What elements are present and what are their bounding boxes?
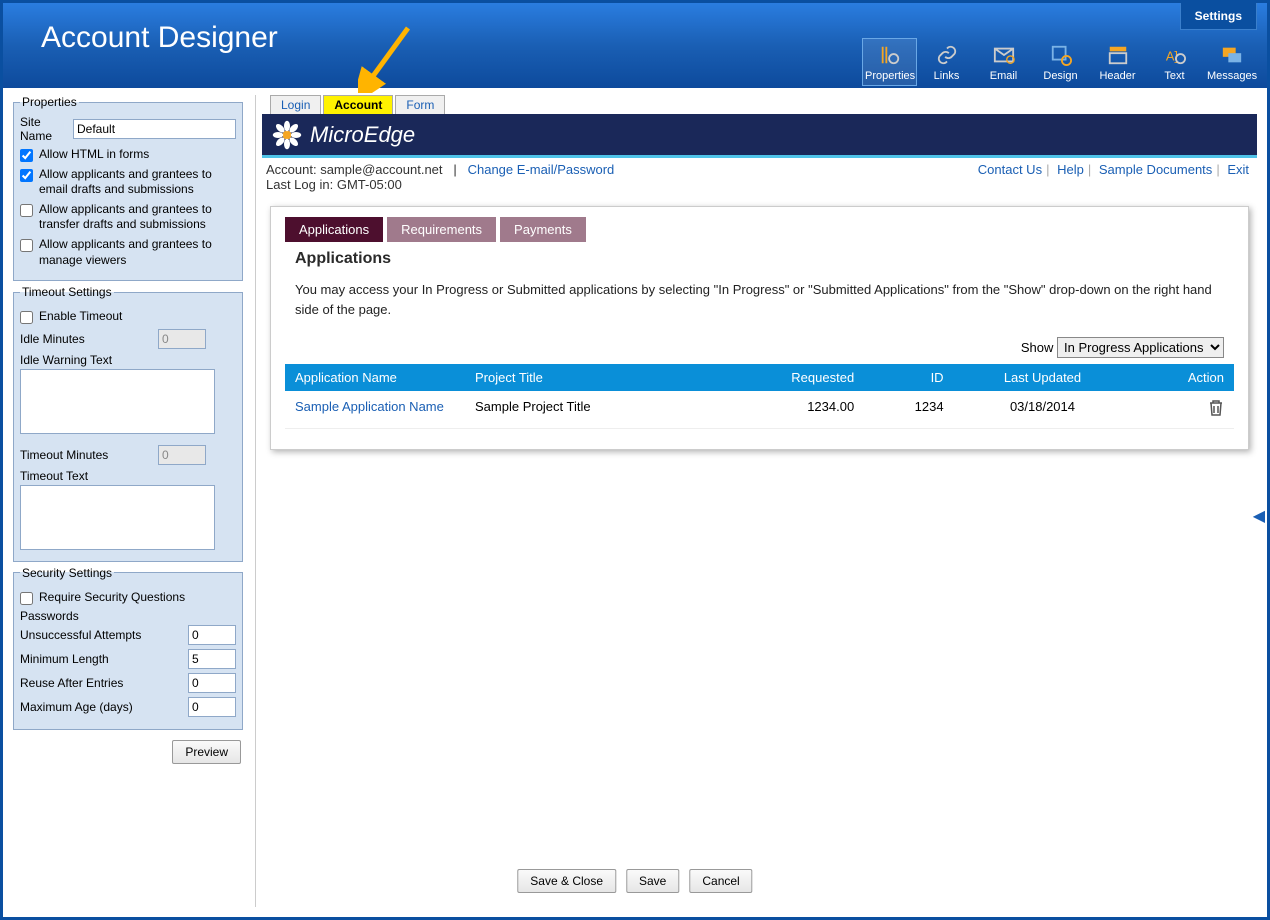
col-app-name: Application Name xyxy=(285,364,465,391)
link-icon xyxy=(922,42,971,68)
sidebar: Properties Site Name Allow HTML in forms… xyxy=(13,95,243,907)
security-legend: Security Settings xyxy=(20,566,114,580)
idle-warning-label: Idle Warning Text xyxy=(20,353,236,367)
reuse-label: Reuse After Entries xyxy=(20,676,123,690)
save-button[interactable]: Save xyxy=(626,869,679,893)
applications-frame: Applications Requirements Payments Appli… xyxy=(270,206,1249,450)
enable-timeout-label: Enable Timeout xyxy=(39,309,122,325)
tab-form[interactable]: Form xyxy=(395,95,445,114)
tab-login[interactable]: Login xyxy=(270,95,321,114)
chevron-left-icon[interactable]: ◀ xyxy=(1253,506,1265,526)
allow-html-checkbox[interactable] xyxy=(20,149,33,162)
last-login: Last Log in: GMT-05:00 xyxy=(262,177,1257,198)
page-title: Account Designer xyxy=(41,21,278,55)
account-prefix: Account: xyxy=(266,162,320,177)
section-title: Applications xyxy=(295,250,1234,268)
email-icon xyxy=(979,42,1028,68)
manage-viewers-checkbox[interactable] xyxy=(20,239,33,252)
reuse-input[interactable] xyxy=(188,673,236,693)
manage-viewers-label: Allow applicants and grantees to manage … xyxy=(39,237,236,268)
tab-account[interactable]: Account xyxy=(323,95,393,114)
unsuccessful-label: Unsuccessful Attempts xyxy=(20,628,141,642)
email-drafts-checkbox[interactable] xyxy=(20,169,33,182)
contact-link[interactable]: Contact Us xyxy=(978,162,1042,177)
inner-tab-requirements[interactable]: Requirements xyxy=(387,217,496,242)
preview-pane: Login Account Form MicroEdge Account: sa… xyxy=(255,95,1257,907)
toolbar-links[interactable]: Links xyxy=(919,38,974,86)
toolbar-properties[interactable]: Properties xyxy=(862,38,917,86)
inner-tab-applications[interactable]: Applications xyxy=(285,217,383,242)
timeout-legend: Timeout Settings xyxy=(20,285,114,299)
cancel-button[interactable]: Cancel xyxy=(689,869,752,893)
transfer-label: Allow applicants and grantees to transfe… xyxy=(39,202,236,233)
timeout-text-textarea[interactable] xyxy=(20,485,215,550)
help-link[interactable]: Help xyxy=(1057,162,1084,177)
app-name-link[interactable]: Sample Application Name xyxy=(295,399,444,414)
toolbar-design[interactable]: Design xyxy=(1033,38,1088,86)
section-description: You may access your In Progress or Submi… xyxy=(295,280,1224,319)
inner-tab-payments[interactable]: Payments xyxy=(500,217,586,242)
require-security-label: Require Security Questions xyxy=(39,590,185,606)
enable-timeout-checkbox[interactable] xyxy=(20,311,33,324)
footer-buttons: Save & Close Save Cancel xyxy=(517,869,752,893)
min-length-input[interactable] xyxy=(188,649,236,669)
save-close-button[interactable]: Save & Close xyxy=(517,869,616,893)
require-security-checkbox[interactable] xyxy=(20,592,33,605)
properties-legend: Properties xyxy=(20,95,79,109)
max-age-label: Maximum Age (days) xyxy=(20,700,133,714)
trash-icon[interactable] xyxy=(1208,399,1224,420)
account-email: sample@account.net xyxy=(320,162,442,177)
col-action: Action xyxy=(1131,364,1234,391)
requested-cell: 1234.00 xyxy=(713,391,864,429)
preview-button[interactable]: Preview xyxy=(172,740,241,764)
brand-bar: MicroEdge xyxy=(262,114,1257,158)
toolbar-header[interactable]: Header xyxy=(1090,38,1145,86)
timeout-text-label: Timeout Text xyxy=(20,469,236,483)
passwords-label: Passwords xyxy=(20,609,236,623)
email-drafts-label: Allow applicants and grantees to email d… xyxy=(39,167,236,198)
header-icon xyxy=(1093,42,1142,68)
idle-minutes-input[interactable] xyxy=(158,329,206,349)
table-row: Sample Application Name Sample Project T… xyxy=(285,391,1234,429)
transfer-checkbox[interactable] xyxy=(20,204,33,217)
site-name-label: Site Name xyxy=(20,115,69,143)
col-requested: Requested xyxy=(713,364,864,391)
toolbar-email[interactable]: Email xyxy=(976,38,1031,86)
col-id: ID xyxy=(864,364,953,391)
col-last-updated: Last Updated xyxy=(954,364,1132,391)
settings-tab[interactable]: Settings xyxy=(1180,3,1257,30)
exit-link[interactable]: Exit xyxy=(1227,162,1249,177)
toolbar-messages[interactable]: Messages xyxy=(1204,38,1259,86)
allow-html-label: Allow HTML in forms xyxy=(39,147,149,163)
flower-icon xyxy=(272,120,302,150)
timeout-minutes-input[interactable] xyxy=(158,445,206,465)
min-length-label: Minimum Length xyxy=(20,652,109,666)
change-password-link[interactable]: Change E-mail/Password xyxy=(468,162,615,177)
timeout-group: Timeout Settings Enable Timeout Idle Min… xyxy=(13,285,243,562)
col-project-title: Project Title xyxy=(465,364,713,391)
unsuccessful-input[interactable] xyxy=(188,625,236,645)
id-cell: 1234 xyxy=(864,391,953,429)
design-icon xyxy=(1036,42,1085,68)
properties-icon xyxy=(865,42,914,68)
properties-group: Properties Site Name Allow HTML in forms… xyxy=(13,95,243,281)
toolbar-text[interactable]: A] Text xyxy=(1147,38,1202,86)
brand-text: MicroEdge xyxy=(310,122,415,148)
timeout-minutes-label: Timeout Minutes xyxy=(20,448,108,462)
messages-icon xyxy=(1207,42,1256,68)
security-group: Security Settings Require Security Quest… xyxy=(13,566,243,731)
idle-warning-textarea[interactable] xyxy=(20,369,215,434)
project-title-cell: Sample Project Title xyxy=(465,391,713,429)
applications-table: Application Name Project Title Requested… xyxy=(285,364,1234,429)
app-header: Account Designer Settings Properties Lin… xyxy=(3,3,1267,88)
max-age-input[interactable] xyxy=(188,697,236,717)
toolbar: Properties Links Email Design Header A] … xyxy=(862,38,1259,86)
show-label: Show xyxy=(1021,340,1054,355)
idle-minutes-label: Idle Minutes xyxy=(20,332,85,346)
text-icon: A] xyxy=(1150,42,1199,68)
show-select[interactable]: In Progress Applications xyxy=(1057,337,1224,358)
samples-link[interactable]: Sample Documents xyxy=(1099,162,1212,177)
last-updated-cell: 03/18/2014 xyxy=(954,391,1132,429)
site-name-input[interactable] xyxy=(73,119,236,139)
